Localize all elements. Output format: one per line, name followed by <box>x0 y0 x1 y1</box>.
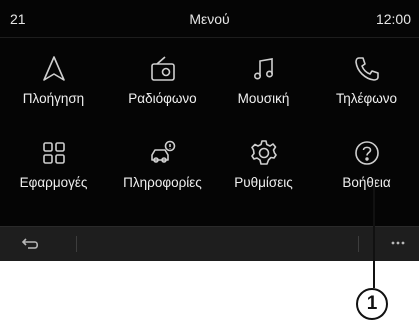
menu-item-label: Πλοήγηση <box>22 91 85 106</box>
menu-item-label: Ρυθμίσεις <box>234 175 293 190</box>
settings-gear-icon <box>249 138 279 168</box>
bottom-bar <box>0 226 419 261</box>
navigation-arrow-icon <box>39 54 69 84</box>
menu-item-label: Πληροφορίες <box>123 175 202 190</box>
status-divider <box>0 37 419 38</box>
menu-item-help[interactable]: Βοήθεια <box>315 124 418 214</box>
more-dots-icon <box>391 241 405 245</box>
menu-item-navigation[interactable]: Πλοήγηση <box>2 40 105 130</box>
menu-item-label: Μουσική <box>237 91 290 106</box>
menu-item-apps[interactable]: Εφαρμογές <box>2 124 105 214</box>
car-info-icon <box>148 138 178 168</box>
menu-item-radio[interactable]: Ραδιόφωνο <box>111 40 214 130</box>
radio-icon <box>148 54 178 84</box>
callout-line <box>373 178 375 288</box>
page-title: Μενού <box>189 11 230 27</box>
music-note-icon <box>249 54 279 84</box>
back-arrow-icon <box>21 238 39 249</box>
infotainment-screen: 21 Μενού 12:00 Πλοήγηση Ραδιόφωνο Μουσικ… <box>0 0 419 261</box>
apps-grid-icon <box>39 138 69 168</box>
menu-item-info[interactable]: Πληροφορίες <box>111 124 214 214</box>
phone-icon <box>352 54 382 84</box>
bar-separator <box>358 236 359 252</box>
menu-item-label: Ραδιόφωνο <box>128 91 197 106</box>
help-question-icon <box>352 138 382 168</box>
menu-item-phone[interactable]: Τηλέφωνο <box>315 40 418 130</box>
clock: 12:00 <box>375 11 411 27</box>
menu-item-label: Βοήθεια <box>342 175 391 190</box>
menu-item-settings[interactable]: Ρυθμίσεις <box>212 124 315 214</box>
status-bar: 21 Μενού 12:00 <box>0 0 419 38</box>
back-button[interactable] <box>20 236 42 252</box>
more-button[interactable] <box>387 234 409 252</box>
menu-item-label: Τηλέφωνο <box>335 91 398 106</box>
menu-item-label: Εφαρμογές <box>19 175 88 190</box>
menu-item-music[interactable]: Μουσική <box>212 40 315 130</box>
bar-separator <box>76 236 77 252</box>
callout-number: 1 <box>356 288 388 320</box>
